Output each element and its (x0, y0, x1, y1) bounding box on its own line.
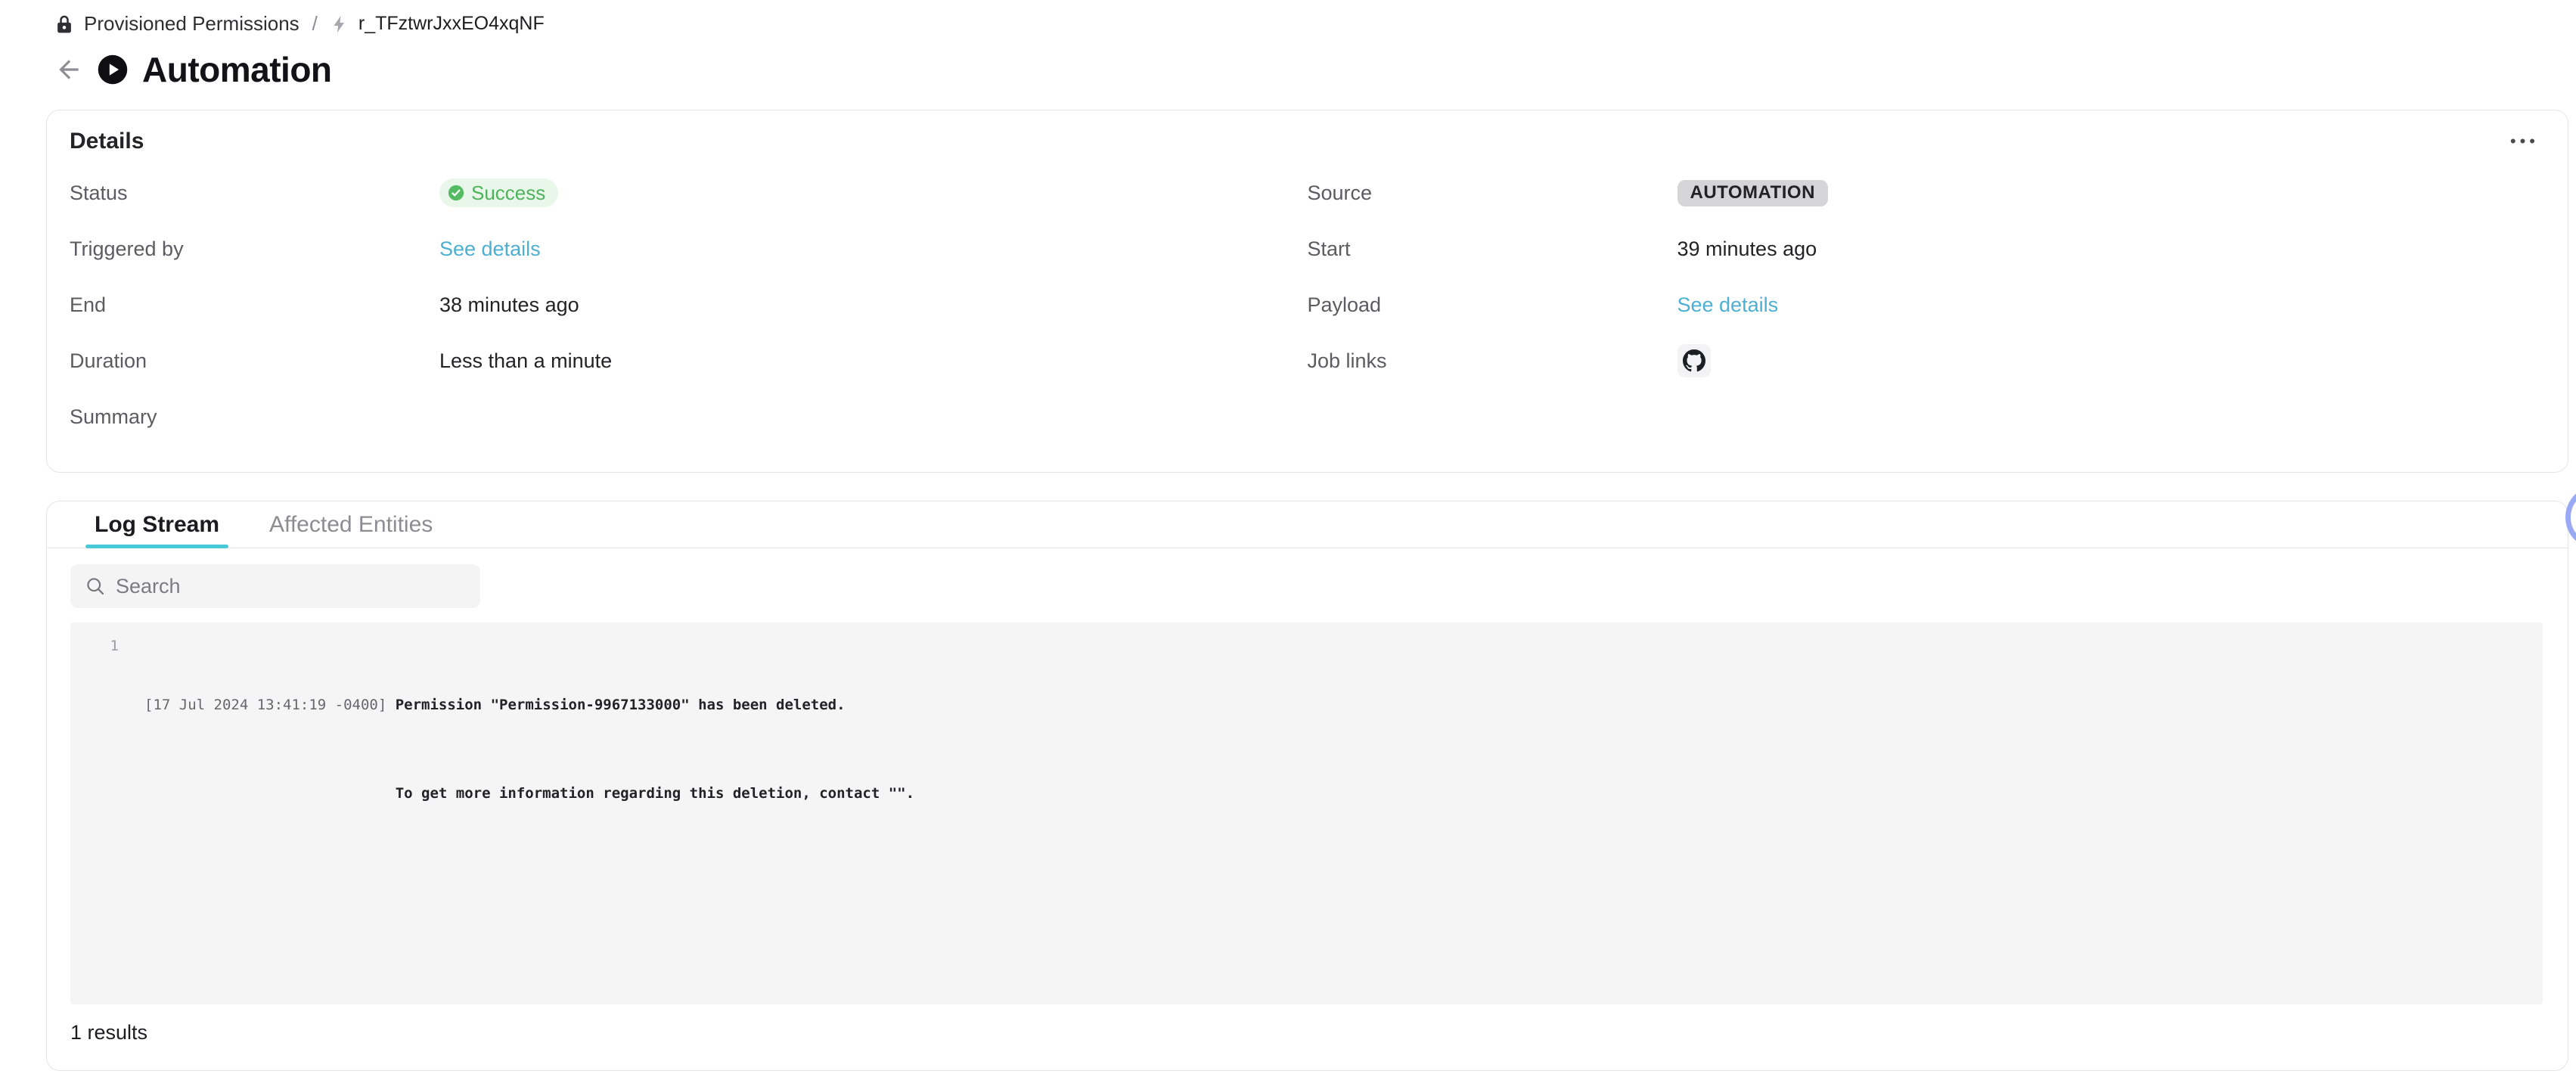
details-column-right: Source AUTOMATION Start 39 minutes ago P… (1308, 165, 2546, 445)
tab-content: 1 [17 Jul 2024 13:41:19 -0400] Permission… (47, 548, 2568, 1044)
page: Provisioned Permissions / r_TFztwrJxxEO4… (0, 0, 2576, 1077)
tab-log-stream[interactable]: Log Stream (85, 501, 228, 548)
detail-label: End (70, 293, 439, 317)
start-value: 39 minutes ago (1678, 237, 1817, 261)
search-icon (85, 576, 106, 597)
source-badge: AUTOMATION (1678, 180, 1828, 206)
detail-row-job-links: Job links (1308, 333, 2546, 389)
detail-label: Source (1308, 182, 1678, 205)
log-line-number: 1 (70, 632, 119, 867)
job-link-button[interactable] (1678, 344, 1711, 377)
lock-icon (54, 14, 74, 34)
detail-row-summary: Summary (70, 389, 1308, 445)
payload-see-details-link[interactable]: See details (1678, 293, 1779, 317)
log-viewer[interactable]: 1 [17 Jul 2024 13:41:19 -0400] Permission… (70, 622, 2543, 1004)
detail-label: Duration (70, 349, 439, 373)
log-line-text: [17 Jul 2024 13:41:19 -0400] Permission "… (144, 632, 914, 867)
triggered-by-see-details-link[interactable]: See details (439, 237, 541, 261)
details-card-title: Details (70, 129, 144, 154)
detail-row-payload: Payload See details (1308, 277, 2546, 333)
detail-label: Summary (70, 405, 439, 429)
tab-affected-entities[interactable]: Affected Entities (260, 501, 442, 548)
page-header: Automation (0, 49, 2576, 90)
detail-row-status: Status Success (70, 165, 1308, 221)
breadcrumb-root[interactable]: Provisioned Permissions (84, 12, 299, 36)
back-button[interactable] (54, 55, 83, 84)
github-icon (1683, 349, 1705, 372)
log-line: 1 [17 Jul 2024 13:41:19 -0400] Permission… (70, 632, 2543, 867)
status-badge-label: Success (471, 182, 545, 205)
detail-row-triggered-by: Triggered by See details (70, 221, 1308, 277)
detail-row-duration: Duration Less than a minute (70, 333, 1308, 389)
detail-row-end: End 38 minutes ago (70, 277, 1308, 333)
page-title: Automation (142, 49, 332, 90)
detail-row-start: Start 39 minutes ago (1308, 221, 2546, 277)
detail-label: Status (70, 182, 439, 205)
log-timestamp: [17 Jul 2024 13:41:19 -0400] (144, 697, 386, 713)
detail-label: Job links (1308, 349, 1678, 373)
detail-label: Triggered by (70, 237, 439, 261)
status-badge: Success (439, 178, 558, 207)
check-circle-icon (448, 185, 464, 201)
lightning-bolt-icon (331, 14, 349, 34)
detail-label: Payload (1308, 293, 1678, 317)
ellipsis-icon[interactable]: ••• (2504, 129, 2545, 154)
play-circle-icon (97, 54, 129, 85)
duration-value: Less than a minute (439, 349, 612, 373)
end-value: 38 minutes ago (439, 293, 579, 317)
log-message: Permission "Permission-9967133000" has b… (396, 697, 846, 713)
breadcrumb-current: r_TFztwrJxxEO4xqNF (358, 13, 545, 35)
detail-label: Start (1308, 237, 1678, 261)
breadcrumb: Provisioned Permissions / r_TFztwrJxxEO4… (0, 0, 2576, 36)
tab-bar: Log Stream Affected Entities (47, 501, 2568, 548)
search-input[interactable] (116, 575, 473, 598)
results-count: 1 results (70, 1021, 2543, 1044)
breadcrumb-separator: / (309, 12, 321, 36)
log-card: Log Stream Affected Entities 1 [17 Jul 2… (46, 501, 2568, 1071)
detail-row-source: Source AUTOMATION (1308, 165, 2546, 221)
details-column-left: Status Success Triggered by See details (70, 165, 1308, 445)
log-continuation: To get more information regarding this d… (144, 779, 914, 809)
details-card: Details ••• Status Success (46, 110, 2568, 473)
log-line-1: [17 Jul 2024 13:41:19 -0400] Permission "… (144, 691, 914, 720)
log-search-box[interactable] (70, 564, 480, 608)
arrow-left-icon (54, 55, 83, 84)
details-grid: Status Success Triggered by See details (70, 165, 2545, 445)
